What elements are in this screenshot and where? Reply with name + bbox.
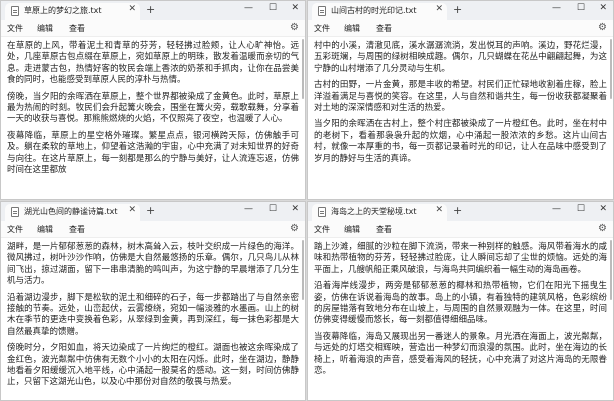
tab-bar: 山间古村的时光印记.txt ✕ + — ☐ ✕ xyxy=(308,1,613,20)
maximize-icon[interactable]: ☐ xyxy=(577,3,585,13)
document-icon xyxy=(318,207,326,217)
close-tab-icon[interactable]: ✕ xyxy=(128,205,136,215)
document-icon xyxy=(11,6,19,16)
gear-icon[interactable]: ⚙ xyxy=(598,22,607,33)
menu-view[interactable]: 查看 xyxy=(69,224,85,235)
minimize-icon[interactable]: — xyxy=(552,3,561,13)
menu-bar: 文件 编辑 查看 ⚙ xyxy=(1,221,305,238)
paragraph: 古村的田野，一片金黄，那是丰收的希望。村民们正忙碌地收割着庄稼，脸上洋溢着满足与… xyxy=(314,80,607,114)
maximize-icon[interactable]: ☐ xyxy=(269,3,277,13)
minimize-icon[interactable]: — xyxy=(244,3,253,13)
paragraph: 在草原的上风，带着泥土和青草的芬芳，轻轻拂过脸颊，让人心旷神怡。远处，几座草原古… xyxy=(7,41,299,86)
close-tab-icon[interactable]: ✕ xyxy=(435,4,443,14)
new-tab-icon[interactable]: + xyxy=(146,204,155,217)
document-tab[interactable]: 草原上的梦幻之旅.txt ✕ xyxy=(5,3,140,20)
tab-title: 海岛之上的天堂秘境.txt xyxy=(331,207,417,216)
scrollbar[interactable] xyxy=(610,240,612,300)
text-area[interactable]: 村中的小溪，清澈见底，溪水潺潺流淌，发出悦耳的声响。溪边，野花烂漫，五彩斑斓，与… xyxy=(308,37,613,199)
text-area[interactable]: 在草原的上风，带着泥土和青草的芬芳，轻轻拂过脸颊，让人心旷神怡。远处，几座草原古… xyxy=(1,37,305,199)
notepad-window-4: 海岛之上的天堂秘境.txt ✕ + — ☐ ✕ 文件 编辑 查看 ⚙ 踏上沙滩，… xyxy=(307,201,614,401)
tab-title: 湖光山色间的静谧诗篇.txt xyxy=(24,207,118,216)
paragraph: 村中的小溪，清澈见底，溪水潺潺流淌，发出悦耳的声响。溪边，野花烂漫，五彩斑斓，与… xyxy=(314,41,607,74)
document-icon xyxy=(11,207,19,217)
paragraph: 湖畔，是一片郁郁葱葱的森林，树木高耸入云，枝叶交织成一片绿色的海洋。微风拂过，树… xyxy=(7,242,299,287)
minimize-icon[interactable]: — xyxy=(552,204,561,214)
menu-bar: 文件 编辑 查看 ⚙ xyxy=(308,20,613,37)
maximize-icon[interactable]: ☐ xyxy=(269,204,277,214)
text-area[interactable]: 踏上沙滩，细腻的沙粒在脚下流淌，带来一种别样的触感。海风带着海水的咸味和热带植物… xyxy=(308,238,613,400)
paragraph: 傍晚，当夕阳的余晖洒在草原上，整个世界都被染成了金黄色。此时，草原上最为热闹的时… xyxy=(7,91,299,125)
notepad-window-2: 山间古村的时光印记.txt ✕ + — ☐ ✕ 文件 编辑 查看 ⚙ 村中的小溪… xyxy=(307,0,614,200)
menu-bar: 文件 编辑 查看 ⚙ xyxy=(308,221,613,238)
menu-view[interactable]: 查看 xyxy=(69,23,85,34)
paragraph: 傍晚时分，夕阳如血，将天边染成了一片绚烂的橙红。湖面也被这余晖染成了金红色，波光… xyxy=(7,343,299,388)
menu-file[interactable]: 文件 xyxy=(314,224,330,235)
gear-icon[interactable]: ⚙ xyxy=(598,223,607,234)
new-tab-icon[interactable]: + xyxy=(146,3,155,16)
scrollbar[interactable] xyxy=(610,39,612,99)
tab-bar: 草原上的梦幻之旅.txt ✕ + — ☐ ✕ xyxy=(1,1,305,20)
document-tab[interactable]: 湖光山色间的静谧诗篇.txt ✕ xyxy=(5,204,140,221)
menu-edit[interactable]: 编辑 xyxy=(37,23,53,34)
paragraph: 踏上沙滩，细腻的沙粒在脚下流淌，带来一种别样的触感。海风带着海水的咸味和热带植物… xyxy=(314,242,607,275)
maximize-icon[interactable]: ☐ xyxy=(577,204,585,214)
close-tab-icon[interactable]: ✕ xyxy=(435,205,443,215)
paragraph: 当夕阳的余晖洒在古村上，整个村庄都被染成了一片橙红色。此时，坐在村中的老树下，看… xyxy=(314,119,607,164)
menu-file[interactable]: 文件 xyxy=(7,224,23,235)
tab-bar: 湖光山色间的静谧诗篇.txt ✕ + — ☐ ✕ xyxy=(1,202,305,221)
notepad-window-1: 草原上的梦幻之旅.txt ✕ + — ☐ ✕ 文件 编辑 查看 ⚙ 在草原的上风… xyxy=(0,0,306,200)
close-window-icon[interactable]: ✕ xyxy=(599,3,607,13)
minimize-icon[interactable]: — xyxy=(244,204,253,214)
menu-file[interactable]: 文件 xyxy=(7,23,23,34)
close-window-icon[interactable]: ✕ xyxy=(291,3,299,13)
paragraph: 沿着湖边漫步，脚下是松软的泥土和细碎的石子，每一步都踏出了与自然亲密接触的节奏。… xyxy=(7,292,299,337)
paragraph: 夜幕降临，草原上的星空格外璀璨。繁星点点，银河横跨天际，仿佛触手可及。躺在柔软的… xyxy=(7,130,299,176)
new-tab-icon[interactable]: + xyxy=(453,204,462,217)
close-tab-icon[interactable]: ✕ xyxy=(128,4,136,14)
menu-edit[interactable]: 编辑 xyxy=(344,23,360,34)
menu-edit[interactable]: 编辑 xyxy=(37,224,53,235)
menu-edit[interactable]: 编辑 xyxy=(344,224,360,235)
menu-bar: 文件 编辑 查看 ⚙ xyxy=(1,20,305,37)
document-tab[interactable]: 山间古村的时光印记.txt ✕ xyxy=(312,3,447,20)
document-icon xyxy=(318,6,326,16)
new-tab-icon[interactable]: + xyxy=(453,3,462,16)
gear-icon[interactable]: ⚙ xyxy=(290,223,299,234)
menu-view[interactable]: 查看 xyxy=(376,224,392,235)
paragraph: 当夜幕降临，海岛又展现出另一番迷人的景象。月光洒在海面上，波光粼粼，与远处的灯塔… xyxy=(314,331,607,377)
scrollbar[interactable] xyxy=(302,240,304,300)
menu-file[interactable]: 文件 xyxy=(314,23,330,34)
text-area[interactable]: 湖畔，是一片郁郁葱葱的森林，树木高耸入云，枝叶交织成一片绿色的海洋。微风拂过，树… xyxy=(1,238,305,400)
gear-icon[interactable]: ⚙ xyxy=(290,22,299,33)
close-window-icon[interactable]: ✕ xyxy=(599,204,607,214)
tab-bar: 海岛之上的天堂秘境.txt ✕ + — ☐ ✕ xyxy=(308,202,613,221)
close-window-icon[interactable]: ✕ xyxy=(291,204,299,214)
tab-title: 草原上的梦幻之旅.txt xyxy=(24,6,102,15)
menu-view[interactable]: 查看 xyxy=(376,23,392,34)
scrollbar[interactable] xyxy=(302,39,304,99)
tab-title: 山间古村的时光印记.txt xyxy=(331,6,417,15)
paragraph: 沿着海岸线漫步，两旁是郁郁葱葱的椰林和热带植物，它们在阳光下摇曳生姿，仿佛在诉说… xyxy=(314,281,607,326)
notepad-window-3: 湖光山色间的静谧诗篇.txt ✕ + — ☐ ✕ 文件 编辑 查看 ⚙ 湖畔，是… xyxy=(0,201,306,401)
document-tab[interactable]: 海岛之上的天堂秘境.txt ✕ xyxy=(312,204,447,221)
